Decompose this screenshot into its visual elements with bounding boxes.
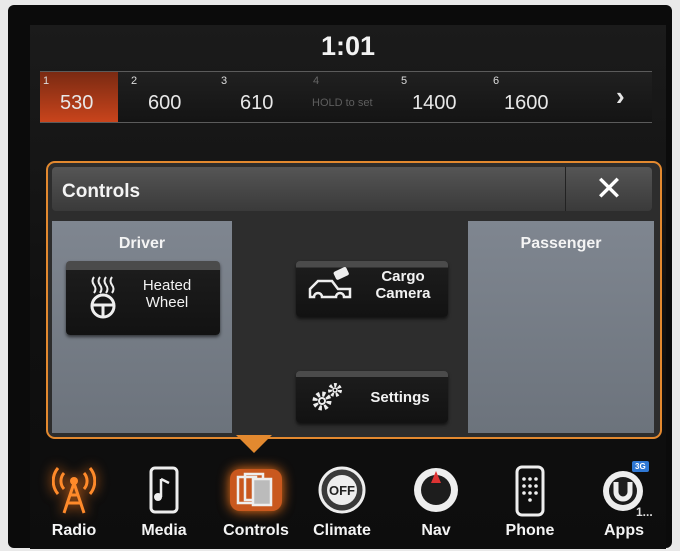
dock-phone[interactable]: Phone [490,455,570,549]
preset-3[interactable]: 3 610 [218,72,302,122]
driver-title: Driver [118,235,166,252]
preset-4[interactable]: 4 HOLD to set [310,72,406,122]
climate-off-icon: OFF [318,466,366,514]
close-icon: ✕ [594,170,624,208]
preset-number: 1 [43,75,50,87]
preset-1[interactable]: 1 530 [40,72,118,122]
bottom-dock: Radio Media Controls OFF Climate Nav Pho… [30,455,666,549]
apps-more-indicator: 1... [636,505,653,519]
selected-tab-pointer [236,435,272,453]
preset-number: 2 [131,75,138,87]
preset-number: 5 [401,75,408,87]
dock-radio[interactable]: Radio [34,455,114,549]
cargo-camera-label: Cargo Camera [375,268,431,302]
preset-frequency: 610 [240,92,274,114]
presets-next-arrow-icon[interactable]: › [616,81,625,112]
cargo-camera-icon [308,267,352,299]
media-player-icon [149,466,179,514]
display-bezel: 1:01 1 530 2 600 3 610 4 HOLD to set 5 1… [8,5,672,549]
radio-tower-icon [52,467,96,514]
settings-label: Settings [370,389,430,406]
passenger-zone: Passenger [468,221,654,433]
dock-nav-label: Nav [421,522,451,539]
close-button[interactable]: ✕ [565,167,652,211]
phone-keypad-icon [515,465,545,517]
gears-icon [312,383,342,411]
controls-icon [230,469,282,511]
preset-frequency: 600 [148,92,182,114]
preset-frequency: 530 [60,92,94,114]
heated-wheel-label: Heated Wheel [142,277,192,311]
3g-badge: 3G [632,461,649,472]
controls-title: Controls [62,181,141,202]
preset-number: 4 [313,75,320,87]
cargo-camera-button[interactable]: Cargo Camera [296,261,448,317]
compass-icon [414,468,458,512]
head-unit-screen: 1:01 1 530 2 600 3 610 4 HOLD to set 5 1… [30,25,666,549]
climate-off-text: OFF [329,483,355,498]
dock-phone-label: Phone [505,522,555,539]
preset-5[interactable]: 5 1400 [398,72,482,122]
dock-controls-label: Controls [223,522,289,539]
dock-apps-label: Apps [604,522,644,539]
preset-frequency: 1600 [504,92,549,114]
dock-climate-label: Climate [313,522,371,539]
heated-wheel-button[interactable]: Heated Wheel [66,261,220,335]
heated-steering-wheel-icon [90,276,116,319]
radio-presets-bar: 1 530 2 600 3 610 4 HOLD to set 5 1400 6… [40,71,652,123]
settings-button[interactable]: Settings [296,371,448,423]
preset-hold-hint: HOLD to set [312,97,373,109]
preset-2[interactable]: 2 600 [128,72,212,122]
dock-media[interactable]: Media [124,455,204,549]
preset-number: 3 [221,75,228,87]
passenger-title: Passenger [520,235,602,252]
controls-panel: Controls ✕ Driver Passenger Heated Wheel [46,161,662,439]
preset-6[interactable]: 6 1600 [490,72,580,122]
preset-number: 6 [493,75,500,87]
dock-media-label: Media [141,522,187,539]
preset-frequency: 1400 [412,92,457,114]
dock-controls[interactable]: Controls [216,455,296,549]
controls-header: Controls ✕ [52,167,652,211]
dock-nav[interactable]: Nav [396,455,476,549]
dock-radio-label: Radio [51,522,97,539]
clock: 1:01 [320,31,376,61]
dock-apps[interactable]: 3G 1... Apps [584,455,664,549]
dock-climate[interactable]: OFF Climate [302,455,382,549]
